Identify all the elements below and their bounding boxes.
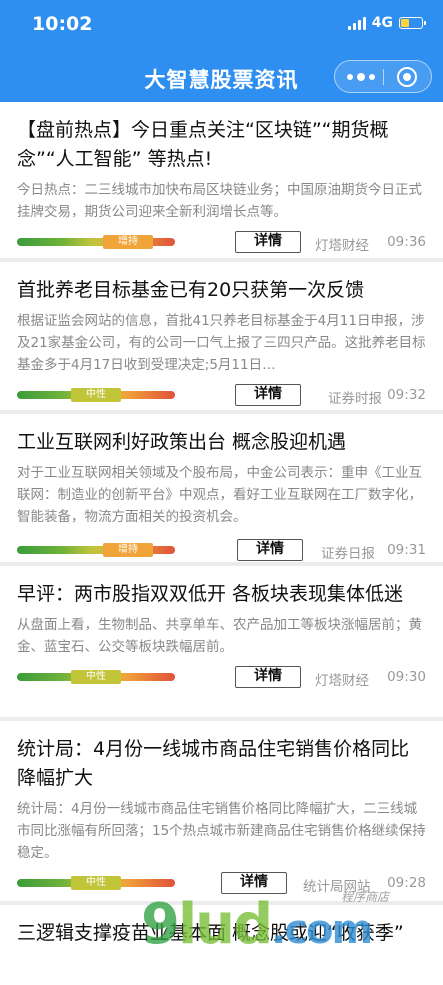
news-item[interactable]: 三逻辑支撑疫苗业基本面 概念股或迎“收获季” (0, 905, 443, 985)
news-list: 【盘前热点】今日重点关注“区块链”“期货概念”“人工智能” 等热点! 今日热点：… (0, 102, 443, 985)
more-dots-icon[interactable] (347, 73, 375, 81)
network-type: 4G (371, 15, 393, 31)
rating-bar: 中性 (17, 876, 175, 890)
detail-button[interactable]: 详情 (237, 539, 303, 561)
news-summary: 对于工业互联网相关领域及个股布局，中金公司表示：重申《工业互联网：制造业的创新平… (17, 465, 422, 525)
news-title: 首批养老目标基金已有20只获第一次反馈 (17, 279, 365, 301)
news-summary: 根据证监会网站的信息，首批41只养老目标基金于4月11日申报，涉及21家基金公司… (17, 313, 426, 373)
news-source: 统计局网站 (303, 879, 371, 895)
news-meta: 中性 详情 统计局网站 09:28 (17, 867, 426, 903)
news-time: 09:31 (387, 542, 426, 558)
news-time: 09:28 (387, 875, 426, 891)
close-circle-icon[interactable] (397, 67, 417, 87)
rating-tag: 中性 (71, 388, 121, 402)
signal-icon (347, 16, 366, 30)
news-title: 三逻辑支撑疫苗业基本面 概念股或迎“收获季” (17, 922, 404, 944)
news-source: 证券时报 (328, 391, 382, 407)
news-source: 灯塔财经 (315, 238, 369, 254)
mini-program-capsule (334, 60, 432, 93)
detail-button[interactable]: 详情 (235, 384, 301, 406)
news-item[interactable]: 首批养老目标基金已有20只获第一次反馈 根据证监会网站的信息，首批41只养老目标… (0, 262, 443, 414)
news-meta: 增持 详情 证券日报 09:31 (17, 534, 426, 570)
rating-bar: 增持 (17, 543, 175, 557)
rating-tag: 增持 (103, 235, 153, 249)
nav-bar: 大智慧股票资讯 (0, 52, 443, 102)
detail-button[interactable]: 详情 (221, 872, 287, 894)
news-time: 09:30 (387, 669, 426, 685)
capsule-divider (383, 69, 384, 85)
news-item[interactable]: 工业互联网利好政策出台 概念股迎机遇 对于工业互联网相关领域及个股布局，中金公司… (0, 414, 443, 566)
news-source: 灯塔财经 (315, 673, 369, 689)
status-indicators: 4G (347, 15, 426, 31)
news-item[interactable]: 统计局：4月份一线城市商品住宅销售价格同比降幅扩大 统计局：4月份一线城市商品住… (0, 721, 443, 905)
news-meta: 中性 详情 证券时报 09:32 (17, 379, 426, 415)
news-title: 工业互联网利好政策出台 概念股迎机遇 (17, 431, 347, 453)
rating-bar: 中性 (17, 388, 175, 402)
news-item[interactable]: 早评：两市股指双双低开 各板块表现集体低迷 从盘面上看，生物制品、共享单车、农产… (0, 566, 443, 721)
rating-tag: 中性 (71, 876, 121, 890)
detail-button[interactable]: 详情 (235, 666, 301, 688)
rating-tag: 中性 (71, 670, 121, 684)
news-time: 09:32 (387, 387, 426, 403)
news-title: 【盘前热点】今日重点关注“区块链”“期货概念”“人工智能” 等热点! (17, 119, 389, 170)
news-title: 统计局：4月份一线城市商品住宅销售价格同比降幅扩大 (17, 738, 410, 789)
rating-bar: 中性 (17, 670, 175, 684)
news-summary: 今日热点：二三线城市加快布局区块链业务；中国原油期货今日正式挂牌交易，期货公司迎… (17, 182, 422, 220)
news-summary: 从盘面上看，生物制品、共享单车、农产品加工等板块涨幅居前；黄金、蓝宝石、公交等板… (17, 617, 422, 655)
status-time: 10:02 (32, 13, 93, 35)
battery-icon (399, 17, 426, 29)
news-item[interactable]: 【盘前热点】今日重点关注“区块链”“期货概念”“人工智能” 等热点! 今日热点：… (0, 102, 443, 262)
news-source: 证券日报 (321, 546, 375, 562)
detail-button[interactable]: 详情 (235, 231, 301, 253)
news-meta: 中性 详情 灯塔财经 09:30 (17, 661, 426, 697)
news-summary: 统计局：4月份一线城市商品住宅销售价格同比降幅扩大，二三线城市同比涨幅有所回落；… (17, 801, 426, 861)
status-bar: 10:02 4G (0, 0, 443, 52)
news-title: 早评：两市股指双双低开 各板块表现集体低迷 (17, 583, 404, 605)
rating-bar: 增持 (17, 235, 175, 249)
news-meta: 增持 详情 灯塔财经 09:36 (17, 226, 426, 262)
rating-tag: 增持 (103, 543, 153, 557)
news-time: 09:36 (387, 234, 426, 250)
